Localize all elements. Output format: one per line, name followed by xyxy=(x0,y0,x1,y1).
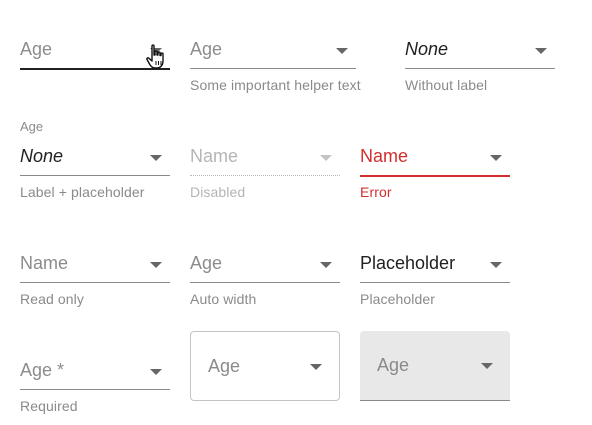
select-value: Age xyxy=(377,355,410,375)
select-input[interactable]: Name xyxy=(360,145,510,177)
caret-down-icon xyxy=(320,155,332,161)
caret-down-icon xyxy=(320,262,332,268)
outlined-select[interactable]: Age xyxy=(190,331,340,401)
caret-down-icon xyxy=(150,369,162,375)
helper-text: Auto width xyxy=(190,291,257,307)
helper-text: Some important helper text xyxy=(190,77,361,93)
field-label: Age xyxy=(20,119,44,134)
helper-text: Read only xyxy=(20,291,84,307)
helper-text: Without label xyxy=(405,77,488,93)
select-input: Name xyxy=(20,252,170,283)
caret-down-icon xyxy=(310,364,322,370)
select-value: Age * xyxy=(20,360,65,380)
select-value: Age xyxy=(190,253,223,273)
select-input[interactable]: Placeholder xyxy=(360,252,510,283)
select-input[interactable]: None xyxy=(20,145,170,176)
helper-text: Required xyxy=(20,398,78,414)
caret-down-icon xyxy=(490,155,502,161)
select-input[interactable]: Age * xyxy=(20,359,170,390)
select-value: None xyxy=(20,146,64,166)
select-value: Name xyxy=(20,253,69,273)
select-value: Name xyxy=(190,146,239,166)
helper-text: Error xyxy=(360,184,392,200)
select-value: Placeholder xyxy=(360,253,456,273)
caret-down-icon xyxy=(336,48,348,54)
caret-down-icon xyxy=(535,48,547,54)
select-value: Age xyxy=(208,356,241,376)
select-value: Age xyxy=(20,39,53,59)
helper-text: Label + placeholder xyxy=(20,184,145,200)
select-input: Name xyxy=(190,145,340,176)
select-value: Age xyxy=(190,39,223,59)
caret-down-icon xyxy=(150,155,162,161)
caret-down-icon xyxy=(481,363,493,369)
helper-text: Disabled xyxy=(190,184,246,200)
hand-pointer-cursor-icon xyxy=(146,44,164,69)
helper-text: Placeholder xyxy=(360,291,436,307)
select-value: Name xyxy=(360,146,409,166)
select-input[interactable]: Age xyxy=(190,252,340,283)
select-input[interactable]: Age xyxy=(190,38,356,69)
select-input[interactable]: None xyxy=(405,38,555,69)
caret-down-icon xyxy=(150,262,162,268)
select-value: None xyxy=(405,39,449,59)
filled-select[interactable]: Age xyxy=(360,331,510,401)
caret-down-icon xyxy=(490,262,502,268)
